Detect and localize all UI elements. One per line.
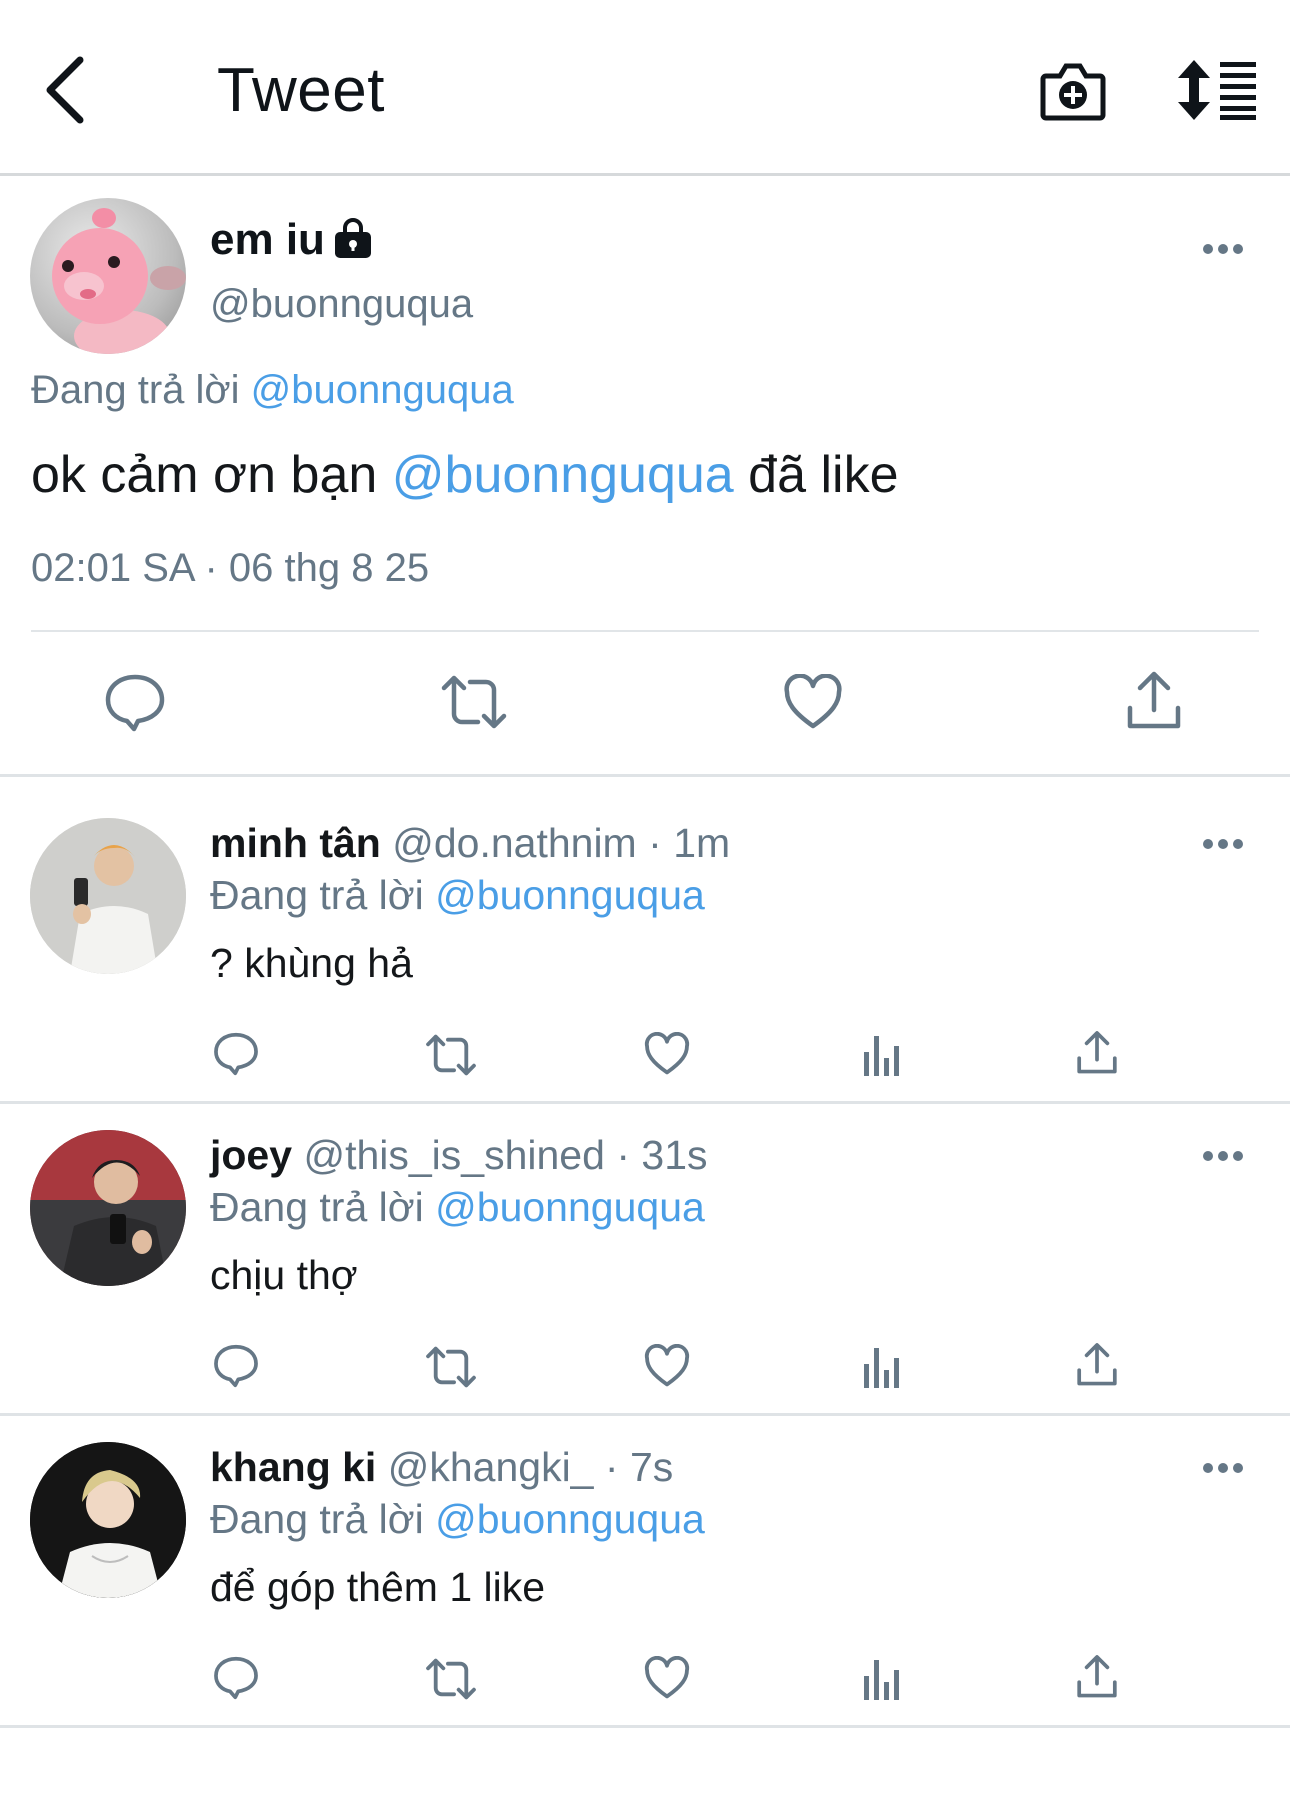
replying-to: Đang trả lời @buonnguqua — [31, 368, 514, 413]
views-icon[interactable] — [862, 1656, 902, 1700]
replying-prefix: Đang trả lời — [210, 872, 424, 918]
separator-dot: · — [648, 820, 662, 866]
reply-time: 31s — [641, 1132, 708, 1178]
more-options-icon[interactable] — [1202, 1462, 1244, 1474]
reply-icon[interactable] — [213, 1655, 259, 1701]
replying-mention-link[interactable]: @buonnguqua — [435, 1184, 705, 1230]
user-handle[interactable]: @do.nathnim — [392, 820, 636, 866]
lock-icon — [335, 218, 371, 258]
display-name[interactable]: khang ki — [210, 1444, 376, 1490]
like-icon[interactable] — [644, 1344, 690, 1388]
replying-mention-link[interactable]: @buonnguqua — [251, 368, 514, 412]
user-handle[interactable]: @this_is_shined — [303, 1132, 604, 1178]
reply-header: khang ki @khangki_ · 7s — [210, 1444, 673, 1491]
avatar[interactable] — [30, 818, 186, 974]
camera-plus-icon[interactable] — [1040, 58, 1106, 122]
divider — [0, 1413, 1290, 1416]
share-icon[interactable] — [1076, 1654, 1118, 1700]
replying-prefix: Đang trả lời — [210, 1496, 424, 1542]
share-icon[interactable] — [1126, 670, 1182, 732]
share-icon[interactable] — [1076, 1030, 1118, 1076]
replying-to: Đang trả lời @buonnguqua — [210, 872, 705, 919]
reply-text: ? khùng hả — [210, 940, 413, 986]
reply-time: 7s — [629, 1444, 674, 1490]
user-handle[interactable]: @buonnguqua — [210, 282, 473, 327]
tweet-timestamp: 02:01 SA · 06 thg 8 25 — [31, 546, 430, 590]
replying-to: Đang trả lời @buonnguqua — [210, 1496, 705, 1543]
tweet-mention-link[interactable]: @buonnguqua — [392, 446, 734, 504]
tweet-text-before: ok cảm ơn bạn — [31, 446, 392, 504]
reply-text: chịu thợ — [210, 1252, 358, 1298]
divider — [0, 1725, 1290, 1728]
display-name[interactable]: joey — [210, 1132, 292, 1178]
tweet-text-after: đã like — [733, 446, 899, 504]
retweet-icon[interactable] — [425, 1033, 477, 1077]
views-icon[interactable] — [862, 1344, 902, 1388]
profile-photo — [30, 818, 186, 974]
divider — [0, 1101, 1290, 1104]
retweet-icon[interactable] — [425, 1657, 477, 1701]
display-name[interactable]: em iu — [210, 215, 325, 265]
reply-time: 1m — [673, 820, 731, 866]
profile-photo — [30, 1442, 186, 1598]
reply-header: joey @this_is_shined · 31s — [210, 1132, 708, 1179]
avatar[interactable] — [30, 198, 186, 354]
profile-photo — [30, 1130, 186, 1286]
reply-header: minh tân @do.nathnim · 1m — [210, 820, 730, 867]
separator-dot: · — [616, 1132, 630, 1178]
avatar[interactable] — [30, 1130, 186, 1286]
replying-mention-link[interactable]: @buonnguqua — [435, 872, 705, 918]
reply-icon[interactable] — [104, 673, 166, 733]
views-icon[interactable] — [862, 1032, 902, 1076]
replying-prefix: Đang trả lời — [210, 1184, 424, 1230]
retweet-icon[interactable] — [425, 1345, 477, 1389]
display-name[interactable]: minh tân — [210, 820, 381, 866]
replying-to: Đang trả lời @buonnguqua — [210, 1184, 705, 1231]
reply-icon[interactable] — [213, 1031, 259, 1077]
retweet-icon[interactable] — [440, 674, 508, 730]
share-icon[interactable] — [1076, 1342, 1118, 1388]
sort-list-icon[interactable] — [1178, 60, 1258, 120]
chevron-left-icon[interactable] — [38, 52, 98, 128]
replying-mention-link[interactable]: @buonnguqua — [435, 1496, 705, 1542]
separator-dot: · — [604, 1444, 619, 1490]
like-icon[interactable] — [644, 1656, 690, 1700]
more-options-icon[interactable] — [1202, 838, 1244, 850]
replying-prefix: Đang trả lời — [31, 368, 240, 412]
like-icon[interactable] — [644, 1032, 690, 1076]
top-bar: Tweet — [0, 0, 1290, 176]
user-handle[interactable]: @khangki_ — [388, 1444, 594, 1490]
page-title: Tweet — [217, 56, 385, 125]
more-options-icon[interactable] — [1202, 1150, 1244, 1162]
tweet-text: ok cảm ơn bạn @buonnguqua đã like — [31, 445, 899, 505]
pink-mascot-image — [52, 208, 186, 354]
avatar[interactable] — [30, 1442, 186, 1598]
more-options-icon[interactable] — [1202, 243, 1244, 255]
divider — [31, 630, 1259, 632]
reply-text: để góp thêm 1 like — [210, 1564, 546, 1610]
reply-icon[interactable] — [213, 1343, 259, 1389]
like-icon[interactable] — [783, 674, 843, 730]
divider — [0, 774, 1290, 777]
